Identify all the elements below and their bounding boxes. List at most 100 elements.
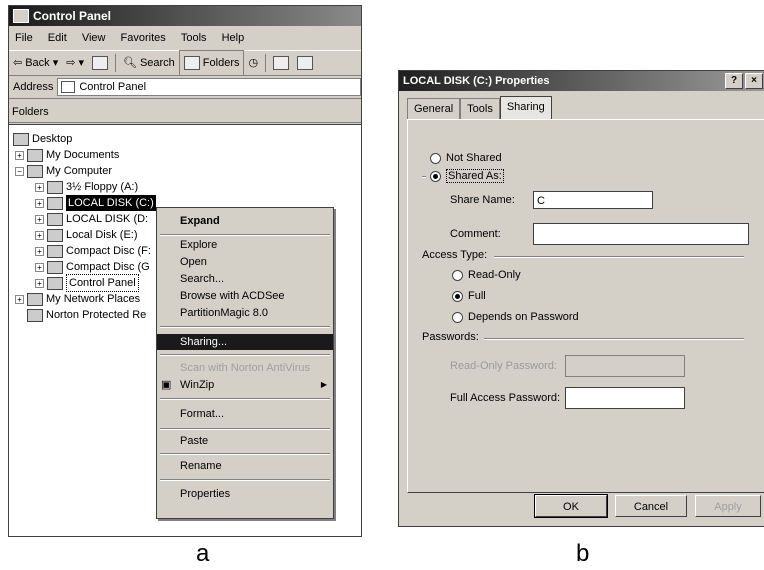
menu-view[interactable]: View [82, 32, 106, 44]
tree-item-my-network-places[interactable]: + My Network Places [15, 291, 140, 307]
menu-item-norton-scan[interactable]: Scan with Norton AntiVirus [157, 360, 333, 376]
menu-favorites[interactable]: Favorites [121, 32, 166, 44]
menu-edit[interactable]: Edit [48, 32, 67, 44]
move-to-icon [273, 56, 290, 70]
menu-bar: File Edit View Favorites Tools Help [9, 28, 361, 48]
full-access-password-label: Full Access Password: [450, 392, 561, 404]
access-type-group-line [494, 256, 744, 258]
expand-icon[interactable]: + [35, 198, 44, 208]
menu-file[interactable]: File [15, 32, 33, 44]
full-option[interactable]: Full [452, 290, 486, 302]
menu-item-winzip[interactable]: ▣ WinZip ▶ [157, 377, 333, 393]
desktop-icon [13, 132, 29, 146]
shared-as-group-line [422, 176, 426, 178]
folders-button[interactable]: Folders [178, 50, 245, 76]
menu-separator [160, 453, 330, 455]
comment-label: Comment: [450, 228, 501, 240]
control-panel-icon [61, 81, 76, 93]
menu-item-properties[interactable]: Properties [157, 486, 333, 502]
submenu-arrow-icon: ▶ [320, 380, 327, 389]
access-type-label: Access Type: [422, 249, 488, 261]
collapse-icon[interactable]: − [15, 166, 24, 176]
menu-item-partitionmagic[interactable]: PartitionMagic 8.0 [157, 305, 333, 321]
shared-as-radio[interactable] [430, 170, 441, 182]
apply-button[interactable]: Apply [695, 495, 761, 517]
close-button[interactable]: × [745, 73, 763, 89]
folder-icon [27, 148, 43, 162]
search-icon: 🔍︎ [122, 57, 137, 69]
forward-arrow-icon: ⇨ [66, 57, 76, 69]
hard-drive-icon [47, 196, 63, 210]
shared-as-option[interactable]: Shared As: [430, 169, 504, 183]
tree-item-my-computer[interactable]: − My Computer [15, 163, 112, 179]
menu-separator [160, 428, 330, 430]
cd-drive-icon [47, 260, 63, 274]
hard-drive-icon [47, 212, 63, 226]
address-input[interactable]: Control Panel [57, 78, 361, 96]
computer-icon [27, 164, 43, 178]
tree-item-my-documents[interactable]: + My Documents [15, 147, 119, 163]
tree-item-local-disk-e[interactable]: + Local Disk (E:) [35, 227, 138, 243]
tree-item-desktop[interactable]: Desktop [13, 131, 72, 147]
menu-item-paste[interactable]: Paste [157, 433, 333, 449]
menu-item-search[interactable]: Search... [157, 271, 333, 287]
address-bar: Address Control Panel [9, 76, 361, 99]
move-to-button[interactable] [269, 56, 293, 70]
not-shared-option[interactable]: Not Shared [430, 152, 502, 164]
menu-item-expand[interactable]: Expand [157, 213, 333, 229]
tree-item-floppy[interactable]: + 3½ Floppy (A:) [35, 179, 138, 195]
network-icon [27, 292, 43, 306]
control-panel-icon [47, 276, 63, 290]
expand-icon[interactable]: + [15, 150, 24, 160]
read-only-password-input[interactable] [565, 355, 685, 377]
expand-icon[interactable]: + [35, 182, 44, 192]
cd-drive-icon [47, 244, 63, 258]
tab-sharing[interactable]: Sharing [499, 96, 552, 120]
read-only-radio[interactable] [452, 269, 463, 281]
ok-button[interactable]: OK [534, 494, 608, 518]
tree-item-compact-disc-f[interactable]: + Compact Disc (F: [35, 243, 151, 259]
expand-icon[interactable]: + [35, 246, 44, 256]
properties-titlebar: LOCAL DISK (C:) Properties ? × [399, 71, 764, 91]
history-button[interactable]: ◷ [244, 51, 262, 75]
tree-item-local-disk-d[interactable]: + LOCAL DISK (D: [35, 211, 148, 227]
menu-tools[interactable]: Tools [181, 32, 207, 44]
expand-icon[interactable]: + [35, 262, 44, 272]
expand-icon[interactable]: + [15, 294, 24, 304]
full-radio[interactable] [452, 290, 463, 302]
menu-item-rename[interactable]: Rename [157, 458, 333, 474]
tree-item-local-disk-c[interactable]: + LOCAL DISK (C:) [35, 195, 156, 211]
menu-item-open[interactable]: Open [157, 254, 333, 270]
help-button[interactable]: ? [725, 73, 743, 89]
tree-item-norton-protected[interactable]: Norton Protected Re [27, 307, 146, 323]
full-access-password-input[interactable] [565, 387, 685, 409]
sharing-tab-panel: Not Shared Shared As: Share Name: C Comm… [407, 119, 764, 493]
menu-item-sharing[interactable]: Sharing... [157, 334, 333, 350]
tree-item-compact-disc-g[interactable]: + Compact Disc (G [35, 259, 150, 275]
search-button[interactable]: 🔍︎ Search [119, 51, 179, 75]
menu-help[interactable]: Help [222, 32, 245, 44]
not-shared-radio[interactable] [430, 152, 441, 164]
up-folder-button[interactable] [88, 56, 112, 70]
depends-on-password-option[interactable]: Depends on Password [452, 311, 579, 323]
back-button[interactable]: ⇦ Back ▾ [9, 51, 62, 75]
menu-item-format[interactable]: Format... [157, 406, 333, 422]
tab-general[interactable]: General [407, 98, 461, 119]
comment-input[interactable] [533, 223, 749, 245]
history-icon: ◷ [248, 57, 259, 69]
tab-tools[interactable]: Tools [460, 98, 500, 119]
back-arrow-icon: ⇦ [13, 57, 23, 69]
read-only-option[interactable]: Read-Only [452, 269, 521, 281]
tree-item-control-panel[interactable]: + Control Panel [35, 274, 139, 292]
expand-icon[interactable]: + [35, 214, 44, 224]
menu-item-browse-acdsee[interactable]: Browse with ACDSee [157, 288, 333, 304]
cancel-button[interactable]: Cancel [615, 495, 687, 517]
menu-item-explore[interactable]: Explore [157, 237, 333, 253]
share-name-input[interactable]: C [533, 191, 653, 209]
depends-on-password-radio[interactable] [452, 311, 463, 323]
expand-icon[interactable]: + [35, 278, 44, 288]
forward-button[interactable]: ⇨ ▾ [62, 51, 88, 75]
full-access-password-row: Full Access Password: [450, 387, 685, 409]
expand-icon[interactable]: + [35, 230, 44, 240]
copy-to-button[interactable] [293, 56, 317, 70]
